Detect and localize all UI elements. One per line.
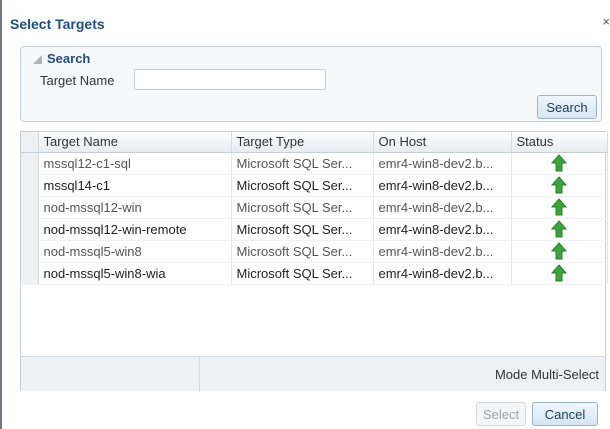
search-button[interactable]: Search xyxy=(537,95,597,119)
target-name-cell: nod-mssql12-win xyxy=(38,196,232,219)
column-header-on-host[interactable]: On Host xyxy=(373,132,512,153)
dialog-title: Select Targets xyxy=(10,16,105,32)
row-header-cell[interactable] xyxy=(21,240,39,263)
on-host-cell: emr4-win8-dev2.b... xyxy=(373,240,512,263)
search-panel: Search Target Name Search xyxy=(20,46,602,122)
select-button[interactable]: Select xyxy=(476,402,526,426)
row-header-cell[interactable] xyxy=(21,174,39,197)
target-name-cell: nod-mssql5-win8 xyxy=(38,240,232,263)
target-name-label: Target Name xyxy=(40,73,115,88)
on-host-cell: emr4-win8-dev2.b... xyxy=(373,174,512,197)
target-type-cell: Microsoft SQL Ser... xyxy=(231,240,374,263)
target-type-cell: Microsoft SQL Ser... xyxy=(231,174,374,197)
table-row[interactable]: nod-mssql5-win8-wia Microsoft SQL Ser... e… xyxy=(21,262,608,285)
column-header-status[interactable]: Status xyxy=(511,132,608,153)
table-row[interactable]: mssql14-c1 Microsoft SQL Ser... emr4-win8-… xyxy=(21,174,608,197)
status-cell xyxy=(511,152,608,175)
table-row[interactable]: nod-mssql12-win Microsoft SQL Ser... emr4-… xyxy=(21,196,608,219)
green-up-arrow-icon xyxy=(551,198,567,216)
status-cell xyxy=(511,262,608,285)
footer-divider xyxy=(199,357,200,392)
target-type-cell: Microsoft SQL Ser... xyxy=(231,218,374,241)
target-name-cell: mssql12-c1-sql xyxy=(38,152,232,175)
target-type-cell: Microsoft SQL Ser... xyxy=(231,152,374,175)
green-up-arrow-icon xyxy=(551,242,567,260)
column-header-target-type[interactable]: Target Type xyxy=(231,132,374,153)
target-name-cell: nod-mssql12-win-remote xyxy=(38,218,232,241)
on-host-cell: emr4-win8-dev2.b... xyxy=(373,218,512,241)
row-header-cell[interactable] xyxy=(21,218,39,241)
status-cell xyxy=(511,240,608,263)
green-up-arrow-icon xyxy=(551,176,567,194)
target-name-input[interactable] xyxy=(134,69,326,90)
selection-mode-text: Mode Multi-Select xyxy=(494,367,599,382)
on-host-cell: emr4-win8-dev2.b... xyxy=(373,262,512,285)
green-up-arrow-icon xyxy=(551,154,567,172)
green-up-arrow-icon xyxy=(551,220,567,238)
close-icon[interactable]: × xyxy=(602,14,610,29)
column-header-target-name[interactable]: Target Name xyxy=(38,132,232,153)
table-row[interactable]: mssql12-c1-sql Microsoft SQL Ser... emr4-w… xyxy=(21,152,608,175)
collapse-triangle-icon[interactable] xyxy=(33,55,42,64)
status-cell xyxy=(511,196,608,219)
cancel-button[interactable]: Cancel xyxy=(532,402,598,426)
table-footer: Mode Multi-Select xyxy=(21,356,605,392)
search-section-title: Search xyxy=(47,51,91,66)
search-section-header[interactable]: Search xyxy=(33,51,90,66)
table-row[interactable]: nod-mssql12-win-remote Microsoft SQL Ser.… xyxy=(21,218,608,241)
target-type-cell: Microsoft SQL Ser... xyxy=(231,262,374,285)
row-header-corner xyxy=(21,132,39,153)
row-header-cell[interactable] xyxy=(21,152,39,175)
table-row[interactable]: nod-mssql5-win8 Microsoft SQL Ser... emr4-… xyxy=(21,240,608,263)
table-header-row: Target Name Target Type On Host Status xyxy=(21,132,608,153)
green-up-arrow-icon xyxy=(551,264,567,282)
on-host-cell: emr4-win8-dev2.b... xyxy=(373,152,512,175)
on-host-cell: emr4-win8-dev2.b... xyxy=(373,196,512,219)
row-header-cell[interactable] xyxy=(21,196,39,219)
target-name-cell: mssql14-c1 xyxy=(38,174,232,197)
target-type-cell: Microsoft SQL Ser... xyxy=(231,196,374,219)
target-name-cell: nod-mssql5-win8-wia xyxy=(38,262,232,285)
status-cell xyxy=(511,218,608,241)
targets-table: Target Name Target Type On Host Status m… xyxy=(20,131,608,392)
select-targets-dialog: Select Targets × Search Target Name Sear… xyxy=(0,0,610,429)
status-cell xyxy=(511,174,608,197)
row-header-cell[interactable] xyxy=(21,262,39,285)
